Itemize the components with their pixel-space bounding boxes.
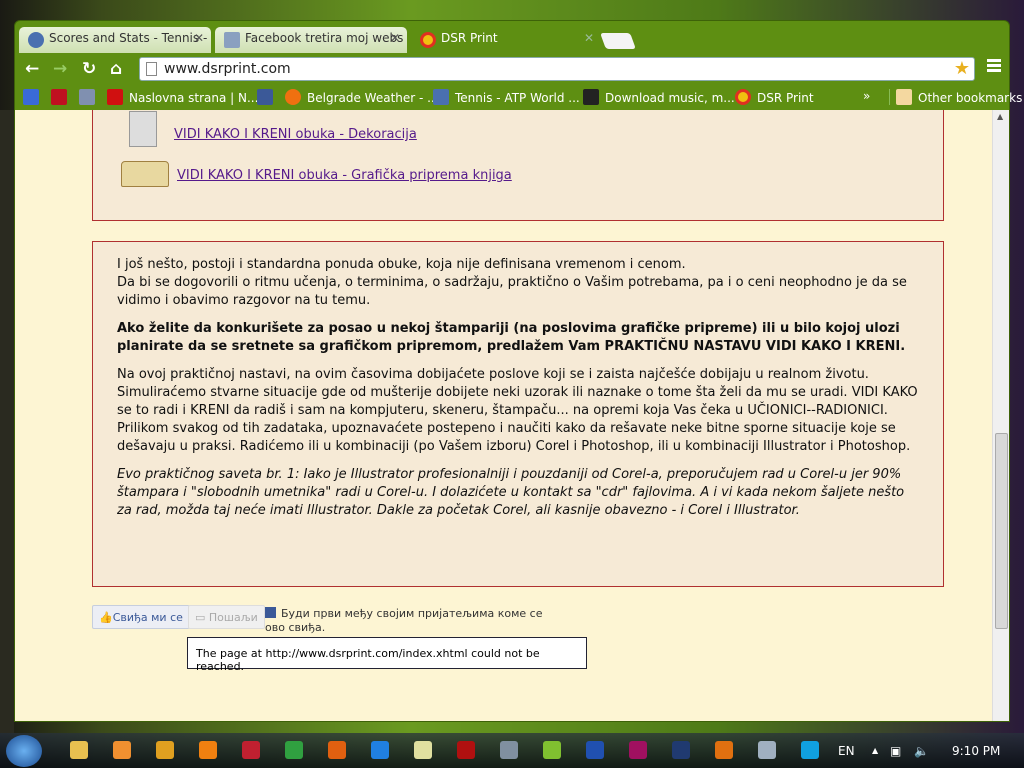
home-icon[interactable]: ⌂ xyxy=(110,59,122,79)
chrome-icon[interactable] xyxy=(285,741,303,759)
atp-icon xyxy=(28,32,44,48)
ie-icon[interactable] xyxy=(371,741,389,759)
paragraph-intro-2: Da bi se dogovorili o ritmu učenja, o te… xyxy=(117,275,907,308)
download-icon xyxy=(583,89,599,105)
start-button[interactable] xyxy=(6,735,42,767)
info-panel: I još nešto, postoji i standardna ponuda… xyxy=(92,241,944,587)
folder-icon xyxy=(896,89,912,105)
bookmarks-overflow[interactable]: » xyxy=(863,89,870,103)
address-bar[interactable]: www.dsrprint.com ★ xyxy=(139,57,975,81)
scroll-up-icon[interactable]: ▲ xyxy=(997,112,1003,121)
back-icon[interactable]: ← xyxy=(25,59,39,79)
facebook-icon xyxy=(265,607,276,618)
tab-scores[interactable]: Scores and Stats - Tennis - ✕ xyxy=(19,27,211,53)
clock[interactable]: 9:10 PM xyxy=(952,744,1000,758)
mc-icon xyxy=(224,32,240,48)
language-indicator[interactable]: EN xyxy=(838,744,855,758)
taskbar: EN ▲ ▣ 🔈 9:10 PM xyxy=(0,733,1024,768)
notepad-icon[interactable] xyxy=(414,741,432,759)
vertical-scrollbar[interactable]: ▲ xyxy=(992,110,1009,721)
explorer-icon[interactable] xyxy=(70,741,88,759)
illustrator-icon[interactable] xyxy=(715,741,733,759)
reload-icon[interactable]: ↻ xyxy=(82,59,96,79)
menu-icon[interactable] xyxy=(987,59,1001,74)
dsr-icon xyxy=(735,89,751,105)
decoration-thumbnail xyxy=(129,111,157,147)
paragraph-practice: Na ovoj praktičnoj nastavi, na ovim časo… xyxy=(117,367,918,454)
sun-icon xyxy=(285,89,301,105)
word-icon[interactable] xyxy=(586,741,604,759)
app-icon[interactable] xyxy=(113,741,131,759)
tab-dsr-print[interactable]: DSR Print ✕ xyxy=(411,27,601,53)
dsr-icon xyxy=(420,32,436,48)
page-icon xyxy=(146,62,157,76)
page-content: VIDI KAKO I KRENI obuka - Dekoracija VID… xyxy=(15,110,993,721)
like-button[interactable]: 👍Свиђа ми се xyxy=(92,605,190,629)
calculator-icon[interactable] xyxy=(758,741,776,759)
bookmark-google[interactable] xyxy=(23,89,45,105)
bookmark-atp[interactable]: Tennis - ATP World ... xyxy=(433,89,580,105)
comment-icon: ▭ xyxy=(195,611,209,624)
bookmarks-bar: Naslovna strana | N... Belgrade Weather … xyxy=(15,85,1022,109)
photoshop-icon[interactable] xyxy=(672,741,690,759)
atp-icon xyxy=(433,89,449,105)
orange-icon[interactable] xyxy=(199,741,217,759)
link-dekoracija[interactable]: VIDI KAKO I KRENI obuka - Dekoracija xyxy=(174,127,417,142)
bookmark-b[interactable] xyxy=(51,89,73,105)
paragraph-offer: Ako želite da konkurišete za posao u nek… xyxy=(117,321,906,354)
error-tooltip: The page at http://www.dsrprint.com/inde… xyxy=(187,637,587,673)
tray-expand-icon[interactable]: ▲ xyxy=(872,746,878,755)
send-button[interactable]: ▭ Пошаљи xyxy=(188,605,265,629)
toolbar: ← → ↻ ⌂ www.dsrprint.com ★ xyxy=(15,55,1009,83)
paragraph-intro: I još nešto, postoji i standardna ponuda… xyxy=(117,257,686,272)
volume-icon[interactable]: 🔈 xyxy=(914,744,929,758)
bookmark-download[interactable]: Download music, m... xyxy=(583,89,735,105)
firefox-icon[interactable] xyxy=(328,741,346,759)
new-tab-button[interactable] xyxy=(600,33,636,49)
pencil-icon[interactable] xyxy=(156,741,174,759)
desktop-background xyxy=(0,110,14,733)
thumbs-up-icon: 👍 xyxy=(99,611,113,624)
green-app-icon[interactable] xyxy=(543,741,561,759)
skype-icon[interactable] xyxy=(801,741,819,759)
google-icon xyxy=(23,89,39,105)
bookmark-dsr[interactable]: DSR Print xyxy=(735,89,814,105)
bookmark-naslovna[interactable]: Naslovna strana | N... xyxy=(107,89,258,105)
rtc-icon xyxy=(79,89,95,105)
forward-icon[interactable]: → xyxy=(53,59,67,79)
browser-window: Scores and Stats - Tennis - ✕ Facebook tr… xyxy=(14,20,1022,722)
bookmark-weather[interactable]: Belgrade Weather - ... xyxy=(285,89,439,105)
bookmark-rtc[interactable] xyxy=(79,89,101,105)
b-icon xyxy=(51,89,67,105)
close-tab-icon[interactable]: ✕ xyxy=(194,31,204,45)
h-icon xyxy=(107,89,123,105)
book-icon xyxy=(121,161,169,187)
scrollbar-thumb[interactable] xyxy=(995,433,1008,629)
fb-social-text: Буди први међу својим пријатељима коме с… xyxy=(265,607,543,634)
paragraph-tip: Evo praktičnog saveta br. 1: Iako je Ill… xyxy=(117,467,905,518)
network-icon[interactable]: ▣ xyxy=(890,744,901,758)
filezilla-icon[interactable] xyxy=(457,741,475,759)
indesign-icon[interactable] xyxy=(629,741,647,759)
other-bookmarks[interactable]: Other bookmarks xyxy=(889,89,1022,105)
training-links-panel: VIDI KAKO I KRENI obuka - Dekoracija VID… xyxy=(92,110,944,221)
link-graficka-priprema[interactable]: VIDI KAKO I KRENI obuka - Grafička pripr… xyxy=(177,168,512,183)
star-icon[interactable]: ★ xyxy=(954,58,970,79)
app2-icon[interactable] xyxy=(500,741,518,759)
close-tab-icon[interactable]: ✕ xyxy=(390,31,400,45)
close-tab-icon[interactable]: ✕ xyxy=(584,31,594,45)
bookmark-facebook[interactable] xyxy=(257,89,279,105)
facebook-icon xyxy=(257,89,273,105)
floppy-icon[interactable] xyxy=(242,741,260,759)
tab-facebook[interactable]: Facebook tretira moj webs ✕ xyxy=(215,27,407,53)
